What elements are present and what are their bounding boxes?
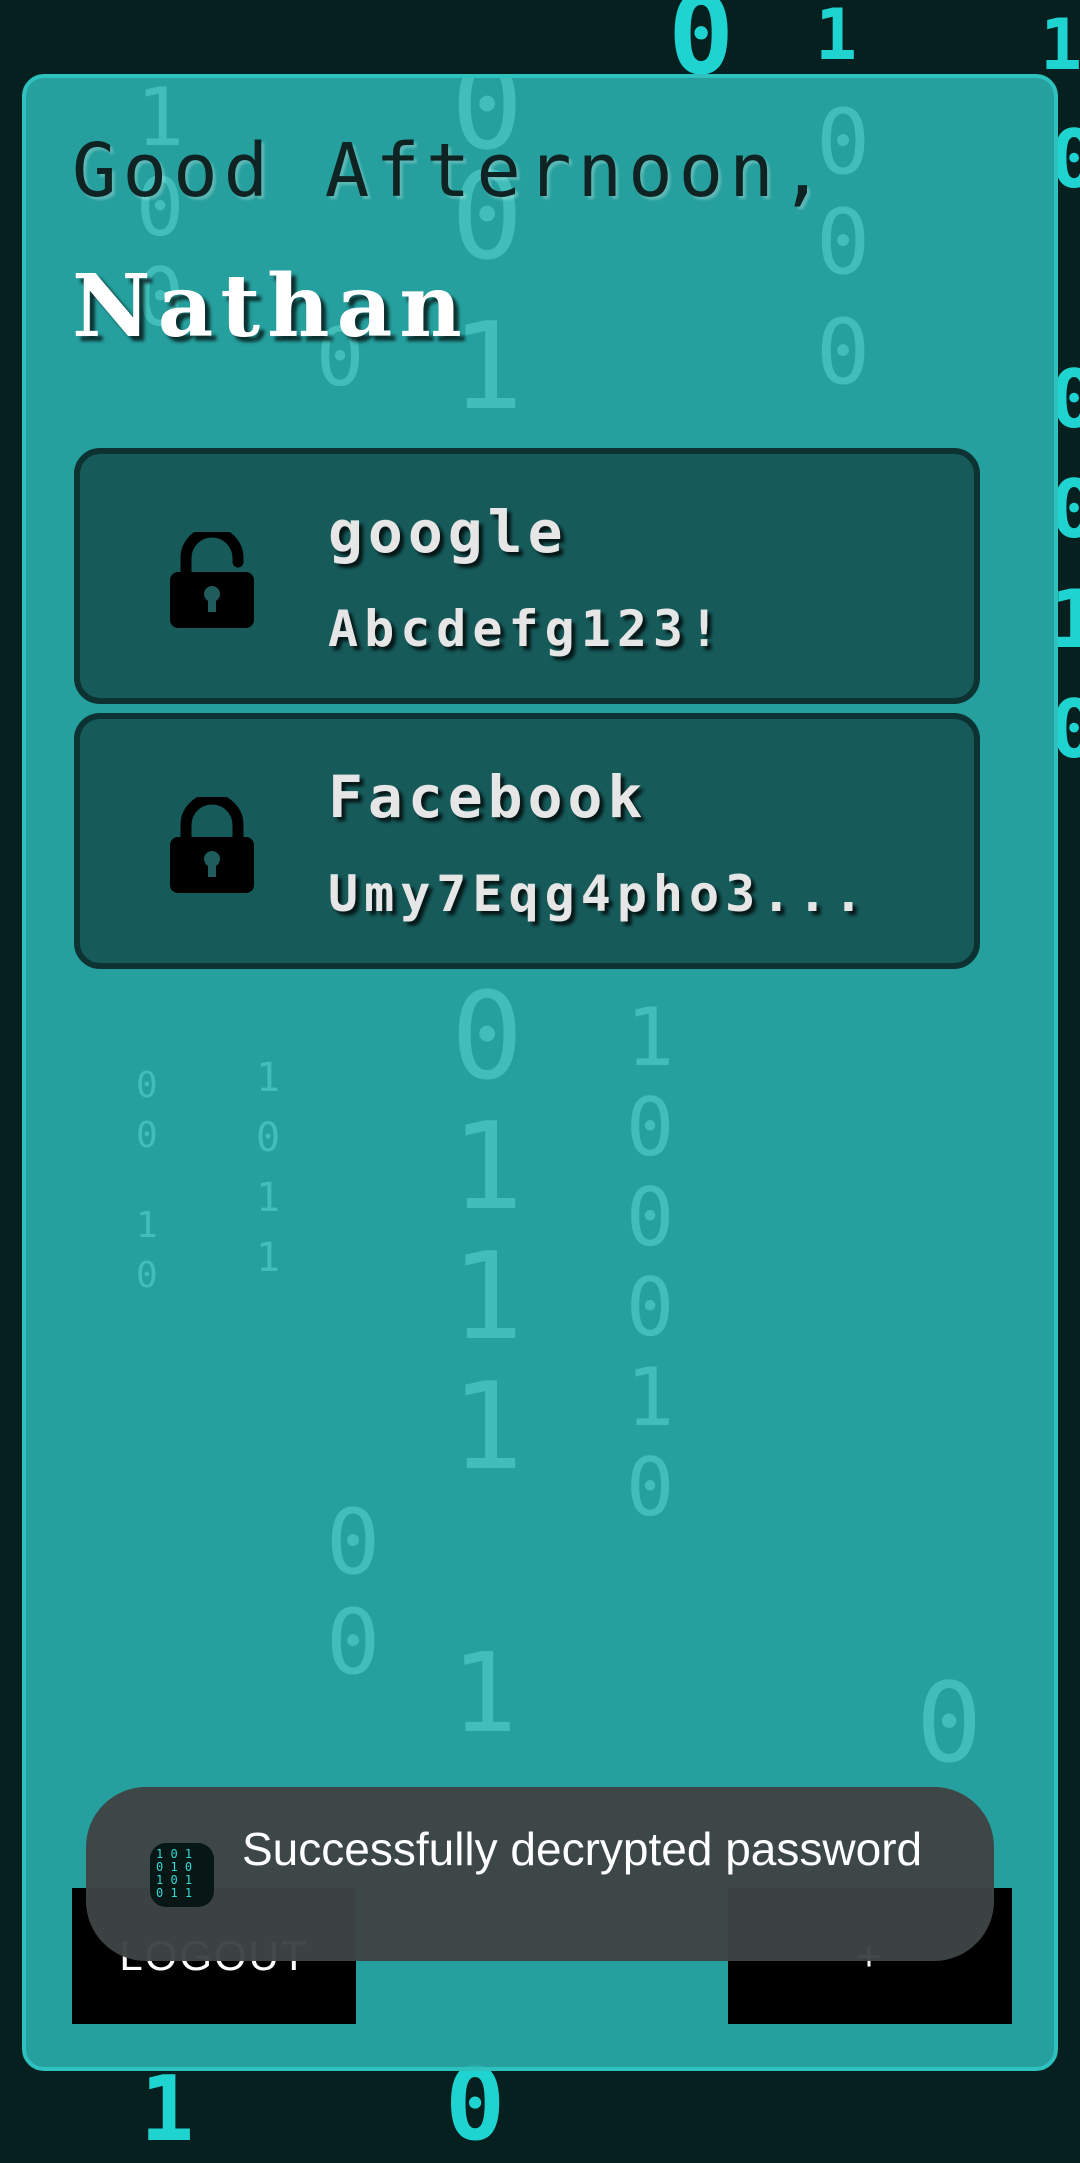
app-icon: 1 0 10 1 01 0 10 1 1 — [150, 1843, 214, 1907]
password-item-google[interactable]: google Abcdefg123! — [74, 448, 980, 704]
greeting-text: Good Afternoon, — [72, 128, 831, 214]
password-item-facebook[interactable]: Facebook Umy7Eqg4pho3... — [74, 713, 980, 969]
site-name: Facebook — [328, 763, 648, 831]
password-value: Umy7Eqg4pho3... — [328, 865, 870, 923]
toast-message: Successfully decrypted password — [242, 1823, 923, 1875]
main-card: 0 0 1 1 0 0 0 0 0 0 0 1 1 1 1 0 0 0 1 0 … — [22, 74, 1058, 2071]
toast-notification: 1 0 10 1 01 0 10 1 1 Successfully decryp… — [86, 1787, 994, 1961]
lock-open-icon — [170, 532, 254, 628]
user-name: Nathan — [72, 256, 469, 357]
password-value: Abcdefg123! — [328, 600, 726, 658]
site-name: google — [328, 498, 568, 566]
lock-icon — [170, 797, 254, 893]
